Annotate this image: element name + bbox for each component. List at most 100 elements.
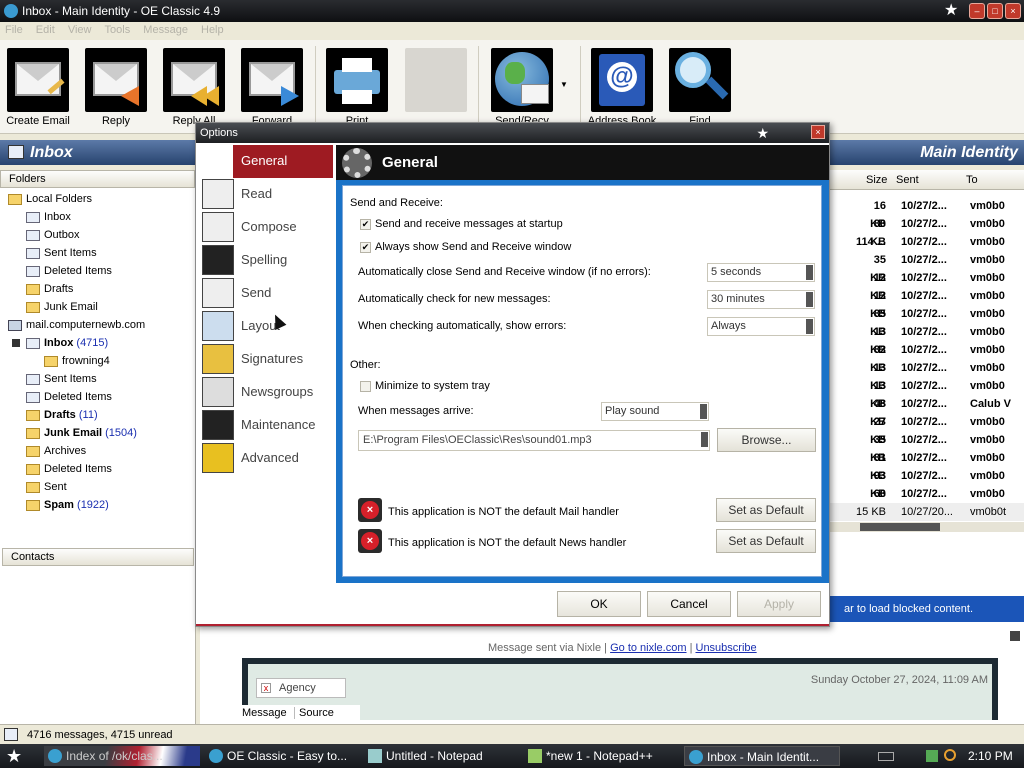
search-icon[interactable] [944, 749, 956, 761]
menu-tools[interactable]: Tools [100, 22, 136, 38]
star-icon[interactable]: ★ [944, 0, 958, 22]
auto-close-select[interactable]: 5 seconds [707, 263, 815, 282]
column-to[interactable]: To [966, 174, 978, 186]
network-icon[interactable] [926, 750, 938, 762]
read-icon [202, 179, 234, 209]
show-window-checkbox[interactable]: ✔ [360, 242, 371, 253]
create-email-button[interactable]: Create Email [2, 48, 74, 127]
reply-button[interactable]: Reply [80, 48, 152, 127]
tree-account-inbox[interactable]: Inbox (4715) [12, 334, 108, 352]
tree-account-junk[interactable]: Junk Email (1504) [26, 424, 137, 442]
tree-account-sent[interactable]: Sent Items [26, 370, 97, 388]
tray-checkbox[interactable] [360, 381, 371, 392]
tree-local-junk[interactable]: Junk Email [26, 298, 98, 316]
gear-icon [342, 148, 372, 178]
reply-all-button[interactable]: Reply All [158, 48, 230, 127]
table-row[interactable]: 35 KB 10/27/2... vm0b0 [830, 431, 1024, 464]
folder-header-band: Inbox [0, 140, 196, 165]
task-notepad[interactable]: Untitled - Notepad [364, 746, 514, 766]
minimize-button[interactable]: – [969, 3, 985, 19]
tree-subfolder[interactable]: frowning4 [44, 352, 110, 370]
table-row[interactable]: 12 KB 10/27/2... vm0b0 [830, 269, 1024, 302]
table-row[interactable]: 85 KB 10/27/2... vm0b0 [830, 305, 1024, 338]
tree-account-spam[interactable]: Spam (1922) [26, 496, 109, 514]
task-inbox[interactable]: Inbox - Main Identit... [684, 746, 840, 766]
list-scrollbar[interactable] [830, 522, 1024, 532]
list-header: Size Sent To [830, 170, 1024, 190]
table-row[interactable]: 16 KB 10/27/2... vm0b0 [830, 197, 1024, 230]
menu-view[interactable]: View [63, 22, 97, 38]
cancel-button[interactable]: Cancel [647, 591, 731, 617]
table-row[interactable]: 80 KB 10/27/2... vm0b0 [830, 215, 1024, 248]
task-notepadpp[interactable]: *new 1 - Notepad++ [524, 746, 674, 766]
send-recv-button[interactable]: Send/Recv [486, 48, 558, 127]
tab-message[interactable]: Message [242, 707, 287, 719]
tree-local-drafts[interactable]: Drafts [26, 280, 73, 298]
tree-local-sent[interactable]: Sent Items [26, 244, 97, 262]
startup-checkbox[interactable]: ✔ [360, 219, 371, 230]
table-row[interactable]: 60 KB10/27/2...vm0b0 [830, 485, 1024, 518]
settings-panel: General Send and Receive: ✔ Send and rec… [336, 145, 829, 583]
maximize-button[interactable]: □ [987, 3, 1003, 19]
tree-account-archives[interactable]: Archives [26, 442, 86, 460]
tree-account-drafts[interactable]: Drafts (11) [26, 406, 98, 424]
keyboard-icon[interactable] [878, 752, 894, 761]
table-row[interactable]: 12 KB 10/27/2... vm0b0 [830, 287, 1024, 320]
tab-source[interactable]: Source [294, 707, 334, 719]
tree-account-sent2[interactable]: Sent [26, 478, 67, 496]
table-row[interactable]: 82 KB 10/27/2... vm0b0 [830, 341, 1024, 374]
forward-button[interactable]: Forward [236, 48, 308, 127]
address-book-button[interactable]: @ Address Book [586, 48, 658, 127]
column-sent[interactable]: Sent [896, 174, 919, 186]
table-row[interactable]: 13 KB 10/27/2... vm0b0 [830, 323, 1024, 356]
table-row[interactable]: 13 KB 10/27/2... vm0b0 [830, 377, 1024, 410]
table-row[interactable]: 15 KB 10/27/20... vm0b0t [830, 503, 1024, 521]
tree-account-deleted[interactable]: Deleted Items [26, 388, 112, 406]
print-button[interactable]: Print [321, 48, 393, 127]
preview-scrollbar[interactable] [1008, 625, 1024, 725]
unsubscribe-link[interactable]: Unsubscribe [696, 642, 757, 654]
table-row[interactable]: 81 KB 10/27/2... vm0b0 [830, 449, 1024, 482]
menu-file[interactable]: File [0, 22, 28, 38]
arrive-select[interactable]: Play sound [601, 402, 709, 421]
set-default-news-button[interactable]: Set as Default [716, 529, 816, 553]
dialog-close-button[interactable]: × [811, 125, 825, 139]
tree-local-deleted[interactable]: Deleted Items [26, 262, 112, 280]
blocked-content-bar[interactable]: ar to load blocked content. [828, 596, 1024, 622]
inbox-icon [8, 145, 24, 159]
start-star-icon[interactable]: ★ [6, 744, 22, 768]
table-row[interactable]: 27 KB 10/27/2... vm0b0 [830, 413, 1024, 446]
sound-path-input[interactable]: E:\Program Files\OEClassic\Res\sound01.m… [358, 430, 710, 451]
browse-button[interactable]: Browse... [717, 428, 816, 452]
menu-edit[interactable]: Edit [31, 22, 60, 38]
address-book-icon: @ [591, 48, 653, 112]
table-row[interactable]: 93 KB 10/27/2... vm0b0 [830, 467, 1024, 500]
column-size[interactable]: Size [866, 174, 887, 186]
stop-icon [405, 48, 467, 112]
cell-to: vm0b0 [970, 308, 1005, 320]
ok-button[interactable]: OK [557, 591, 641, 617]
table-row[interactable]: 48 KB 10/27/2... Calub V [830, 395, 1024, 428]
tree-local-outbox[interactable]: Outbox [26, 226, 79, 244]
set-default-mail-button[interactable]: Set as Default [716, 498, 816, 522]
menu-help[interactable]: Help [196, 22, 229, 38]
table-row[interactable]: 114 ... 10/27/2... vm0b0 [830, 233, 1024, 251]
show-errors-select[interactable]: Always [707, 317, 815, 336]
nixle-link[interactable]: Go to nixle.com [610, 642, 686, 654]
tree-local-inbox[interactable]: Inbox [26, 208, 71, 226]
menu-message[interactable]: Message [138, 22, 193, 38]
task-oeclassic-web[interactable]: OE Classic - Easy to... [205, 746, 355, 766]
expand-icon[interactable] [12, 339, 20, 348]
task-index[interactable]: Index of /ok/clas... [44, 746, 200, 766]
send-recv-dropdown-icon[interactable]: ▼ [560, 80, 568, 89]
tree-account[interactable]: mail.computernewb.com [8, 316, 145, 334]
apply-button[interactable]: Apply [737, 591, 821, 617]
find-button[interactable]: Find [664, 48, 736, 127]
table-row[interactable]: 35 KB 10/27/2... vm0b0 [830, 251, 1024, 284]
table-row[interactable]: 13 KB 10/27/2... vm0b0 [830, 359, 1024, 392]
cell-to: vm0b0 [970, 362, 1005, 374]
auto-check-select[interactable]: 30 minutes [707, 290, 815, 309]
tree-local-folders[interactable]: Local Folders [8, 190, 92, 208]
close-button[interactable]: × [1005, 3, 1021, 19]
tree-account-deleted2[interactable]: Deleted Items [26, 460, 112, 478]
